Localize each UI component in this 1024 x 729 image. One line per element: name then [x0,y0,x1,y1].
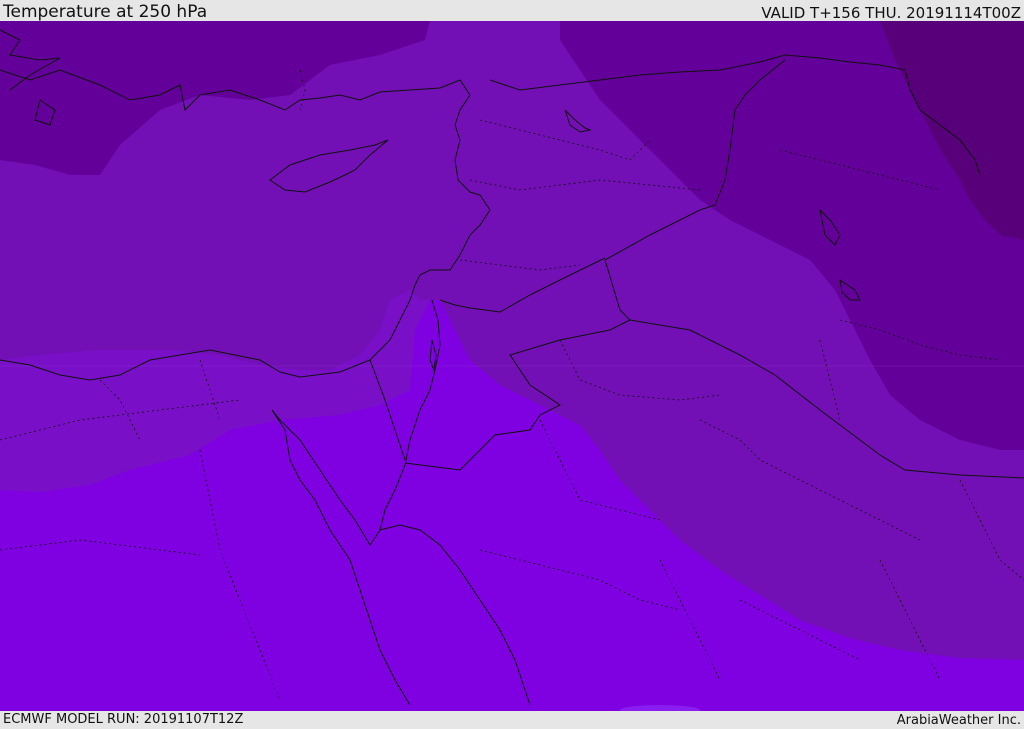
chart-title: Temperature at 250 hPa [3,2,208,22]
temperature-map [0,21,1024,711]
model-run-label: ECMWF MODEL RUN: 20191107T12Z [3,712,244,727]
valid-time-label: VALID T+156 THU. 20191114T00Z [761,4,1021,22]
header-bar: Temperature at 250 hPa VALID T+156 THU. … [0,0,1024,21]
credit-label: ArabiaWeather Inc. [896,713,1021,728]
map-canvas [0,21,1024,711]
footer-bar: ECMWF MODEL RUN: 20191107T12Z ArabiaWeat… [0,711,1024,729]
